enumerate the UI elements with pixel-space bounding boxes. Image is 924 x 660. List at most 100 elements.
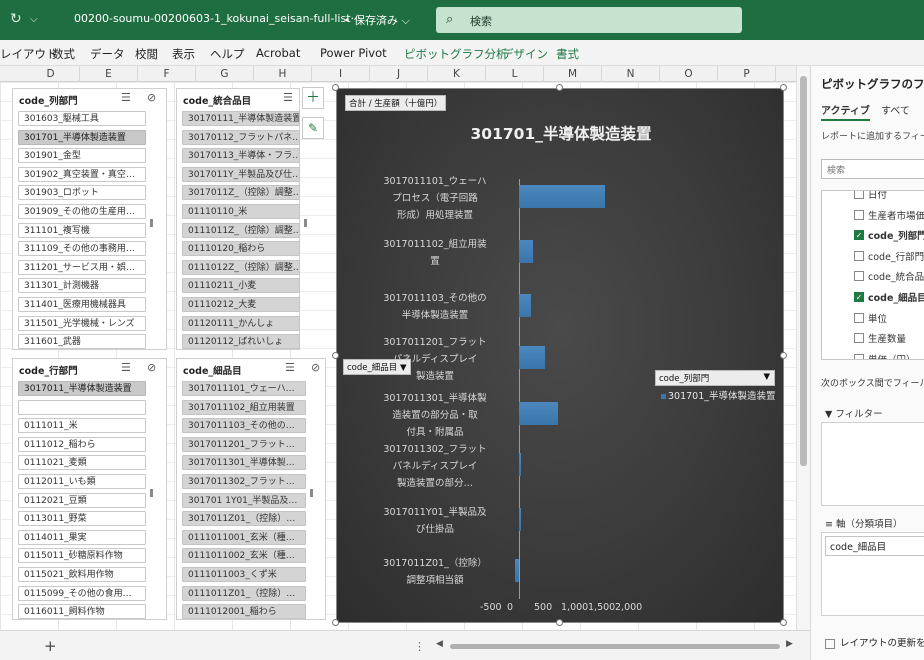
slicer-item[interactable]: 311601_武器 (18, 334, 146, 350)
defer-update-checkbox[interactable]: レイアウトの更新を保留する (825, 635, 924, 649)
ribbon-tab-2[interactable]: データ (90, 46, 125, 62)
field-checkbox[interactable] (854, 191, 864, 199)
redo-icon[interactable]: ↻ (10, 11, 22, 27)
field-label[interactable]: code_統合品目 (868, 269, 924, 283)
slicer-item[interactable]: 301909_その他の生産用… (18, 204, 146, 219)
slicer-item[interactable]: 0111011002_玄米（種… (182, 548, 306, 564)
slicer-item[interactable]: 301701_半導体製造装置 (18, 129, 146, 145)
ribbon-tab-0[interactable]: レイアウト (0, 46, 58, 62)
field-checkbox[interactable]: ✓ (854, 292, 864, 302)
field-checkbox[interactable] (854, 333, 864, 344)
slicer-item[interactable]: 0111021_麦類 (18, 455, 146, 471)
slicer-item[interactable]: 301901_金型 (18, 148, 146, 164)
slicer-item[interactable] (18, 399, 146, 415)
clear-filter-icon[interactable]: ⊘ (147, 361, 156, 374)
slicer-item[interactable]: 0112011_いも類 (18, 474, 146, 489)
ribbon-tab-5[interactable]: ヘルプ (210, 46, 245, 62)
field-label[interactable]: code_列部門 (868, 228, 924, 242)
field-label[interactable]: 生産者市場価格 (868, 208, 924, 222)
scroll-left-icon[interactable]: ◀ (436, 639, 443, 649)
pivot-chart[interactable]: 合計 / 生産額（十億円） 301701_半導体製造装置 code_細品目 ▼ … (336, 88, 784, 623)
slicer-item[interactable]: 301902_真空装置・真空… (18, 166, 146, 182)
slicer-item[interactable]: 0111012001_稲わら (182, 604, 306, 620)
slicer-item[interactable]: 311501_光学機械・レンズ (18, 315, 146, 331)
slicer-item[interactable]: 0111012_稲わら (18, 436, 146, 452)
column-header-g[interactable]: G (196, 66, 254, 82)
resize-handle[interactable] (780, 84, 787, 91)
slicer-item[interactable]: 0115099_その他の食用… (18, 585, 146, 601)
slicer-item[interactable]: 0111011_米 (18, 418, 146, 434)
field-checkbox[interactable] (854, 209, 864, 220)
ribbon-tab-8[interactable]: ピボットグラフ分析 (404, 46, 508, 62)
slicer-item[interactable]: 311201_サービス用・娯… (18, 259, 146, 275)
field-search-input[interactable]: 検索 (821, 159, 924, 179)
slicer-item[interactable]: 0111011003_くず米 (182, 567, 306, 582)
slicer-item[interactable]: 01110120_稲わら (182, 241, 300, 257)
field-label[interactable]: 単位 (868, 311, 887, 325)
bar[interactable] (519, 508, 521, 531)
bar[interactable] (519, 240, 533, 263)
slicer-item[interactable]: 311109_その他の事務用… (18, 241, 146, 257)
legend-entry[interactable]: 301701_半導体製造装置 (661, 388, 776, 402)
ribbon-tab-4[interactable]: 表示 (172, 46, 195, 62)
slicer-scrollbar[interactable] (310, 489, 313, 497)
slicer-item[interactable]: 3017011302_フラット… (182, 474, 306, 489)
slicer-item[interactable]: 01110110_米 (182, 204, 300, 219)
column-header-p[interactable]: P (718, 66, 776, 82)
horizontal-scrollbar[interactable]: ◀ ▶ (436, 639, 796, 651)
field-checkbox[interactable] (854, 353, 864, 359)
field-list[interactable]: 日付生産者市場価格 ✓ code_列部門 code_行部門 code_統合品目 ✓ code… (821, 190, 924, 360)
slicer-item[interactable]: 301603_駆械工具 (18, 111, 146, 126)
chart-styles-brush-icon[interactable]: ✎ (302, 117, 324, 139)
slicer-item[interactable]: 3017011_半導体製造装置 (18, 381, 146, 396)
column-header-h[interactable]: H (254, 66, 312, 82)
slicer-item[interactable]: 30170112_フラットパネ… (182, 129, 300, 145)
slicer-item[interactable]: 301903_ロボット (18, 185, 146, 201)
slicer-item[interactable]: 3017011Z01_（控除）… (182, 511, 306, 527)
multi-select-icon[interactable]: ☰ (283, 91, 293, 104)
field-checkbox[interactable] (854, 271, 864, 282)
slicer-item[interactable]: 3017011102_組立用装置 (182, 399, 306, 415)
add-sheet-button[interactable]: + (44, 637, 57, 655)
slicer-item[interactable]: 01120111_かんしょ (182, 315, 300, 331)
value-field-button[interactable]: 合計 / 生産額（十億円） (345, 95, 447, 111)
slicer-item[interactable]: 0113011_野菜 (18, 511, 146, 527)
slicer-gyou-bumon[interactable]: code_行部門 ☰ ⊘ 3017011_半導体製造装置 0111011_米 011… (12, 358, 167, 620)
slicer-item[interactable]: 0111011Z01_（控除）… (182, 585, 306, 601)
slicer-scrollbar[interactable] (304, 219, 307, 227)
field-label[interactable]: 日付 (868, 191, 887, 201)
tab-all[interactable]: すべて (881, 102, 910, 117)
slicer-item[interactable]: 01120112_ばれいしょ (182, 334, 300, 350)
vertical-scrollbar[interactable] (796, 66, 810, 630)
axis-area-item[interactable]: code_細品目 (825, 536, 924, 556)
field-checkbox[interactable] (854, 312, 864, 323)
column-header-o[interactable]: O (660, 66, 718, 82)
chart-title[interactable]: 301701_半導体製造装置 (337, 122, 785, 144)
slicer-saibu-hinmoku[interactable]: code_細品目 ☰ ⊘ 3017011101_ウェーハ… 3017011102_… (176, 358, 326, 620)
column-header-f[interactable]: F (138, 66, 196, 82)
slicer-retsu-bumon[interactable]: code_列部門 ☰ ⊘ 301603_駆械工具 301701_半導体製造装置 30… (12, 88, 167, 350)
scroll-thumb[interactable] (450, 644, 780, 649)
resize-handle[interactable] (556, 84, 563, 91)
scroll-right-icon[interactable]: ▶ (786, 639, 793, 649)
bar[interactable] (519, 185, 606, 208)
legend-field-button[interactable]: code_列部門 ▼ (655, 370, 775, 386)
slicer-item[interactable]: 30170113_半導体・フラ… (182, 148, 300, 164)
slicer-item[interactable]: 01110211_小麦 (182, 278, 300, 294)
slicer-item[interactable]: 3017011101_ウェーハ… (182, 381, 306, 396)
quick-access-dropdown-icon[interactable]: ⌵ (30, 14, 38, 25)
slicer-tougou-hinmoku[interactable]: code_統合品目 ☰ 30170111_半導体製造装置 30170112_フラッ… (176, 88, 307, 350)
tab-active[interactable]: アクティブ (821, 102, 870, 121)
column-header-n[interactable]: N (602, 66, 660, 82)
ribbon-tab-10[interactable]: 書式 (556, 46, 579, 62)
slicer-item[interactable]: 311301_計測機器 (18, 278, 146, 294)
slicer-item[interactable]: 311401_医療用機械器具 (18, 297, 146, 312)
slicer-item[interactable]: 3017011Z_（控除）調整… (182, 185, 300, 201)
field-checkbox[interactable] (854, 250, 864, 261)
field-checkbox[interactable]: ✓ (854, 230, 864, 241)
slicer-item[interactable]: 0115011_砂糖原料作物 (18, 548, 146, 564)
slicer-item[interactable]: 3017011201_フラット… (182, 436, 306, 452)
slicer-item[interactable]: 3017011103_その他の… (182, 418, 306, 434)
bar[interactable] (519, 402, 559, 425)
multi-select-icon[interactable]: ☰ (285, 361, 295, 374)
